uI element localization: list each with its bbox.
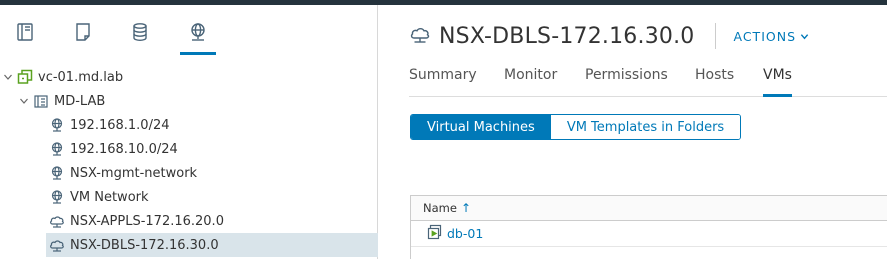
vcenter-icon bbox=[16, 68, 34, 86]
network-icon bbox=[48, 164, 66, 182]
network-icon bbox=[48, 140, 66, 158]
vm-datagrid: Name ↑ db-01 bbox=[410, 195, 887, 259]
tree-item-label: MD-LAB bbox=[54, 93, 106, 109]
tree-item-network[interactable]: NSX-mgmt-network bbox=[0, 161, 378, 185]
view-toggle: Virtual Machines VM Templates in Folders bbox=[410, 114, 742, 140]
tab-summary[interactable]: Summary bbox=[409, 67, 477, 97]
sort-ascending-icon[interactable]: ↑ bbox=[461, 201, 471, 215]
tab-hosts-and-clusters[interactable] bbox=[7, 21, 43, 55]
tab-vms-and-templates[interactable] bbox=[65, 21, 101, 55]
tree-item-label: VM Network bbox=[70, 189, 149, 205]
object-tabs: Summary Monitor Permissions Hosts VMs bbox=[409, 65, 887, 97]
vm-name-link[interactable]: db-01 bbox=[447, 226, 483, 241]
column-header-name[interactable]: Name ↑ bbox=[411, 196, 887, 221]
actions-label: ACTIONS bbox=[733, 28, 797, 44]
vm-templates-in-folders-button[interactable]: VM Templates in Folders bbox=[550, 115, 741, 139]
tree-item-label: NSX-mgmt-network bbox=[70, 165, 198, 181]
network-globe-icon bbox=[191, 23, 205, 41]
object-header: NSX-DBLS-172.16.30.0 ACTIONS bbox=[409, 21, 809, 51]
inventory-navigator: vc-01.md.lab MD-LAB 192.168.1.0/24 192.1… bbox=[0, 5, 378, 259]
opaque-network-icon bbox=[48, 236, 66, 254]
chevron-down-icon[interactable] bbox=[0, 69, 16, 85]
tree-item-label: 192.168.10.0/24 bbox=[70, 141, 178, 157]
datacenter-icon bbox=[32, 92, 50, 110]
tree-item-opaque-network[interactable]: NSX-APPLS-172.16.20.0 bbox=[0, 209, 378, 233]
tree-item-network[interactable]: VM Network bbox=[0, 185, 378, 209]
tree-item-datacenter[interactable]: MD-LAB bbox=[0, 89, 378, 113]
tree-item-label: vc-01.md.lab bbox=[38, 69, 124, 85]
tree-item-label: NSX-APPLS-172.16.20.0 bbox=[70, 213, 224, 229]
opaque-network-icon bbox=[409, 23, 431, 49]
network-icon bbox=[48, 116, 66, 134]
hosts-clusters-icon bbox=[17, 23, 33, 41]
navigator-tabs bbox=[0, 5, 378, 60]
divider bbox=[714, 23, 716, 49]
tab-networking[interactable] bbox=[180, 21, 216, 55]
virtual-machines-button[interactable]: Virtual Machines bbox=[411, 115, 551, 139]
tree-item-network[interactable]: 192.168.10.0/24 bbox=[0, 137, 378, 161]
vm-powered-on-icon bbox=[427, 224, 443, 244]
tab-permissions[interactable]: Permissions bbox=[585, 67, 668, 97]
chevron-down-icon[interactable] bbox=[16, 93, 32, 109]
table-row[interactable]: db-01 bbox=[411, 221, 887, 247]
tree-item-vcenter[interactable]: vc-01.md.lab bbox=[0, 65, 378, 89]
tree-item-label: NSX-DBLS-172.16.30.0 bbox=[70, 237, 219, 253]
tree-item-network[interactable]: 192.168.1.0/24 bbox=[0, 113, 378, 137]
object-detail-panel: NSX-DBLS-172.16.30.0 ACTIONS Summary Mon… bbox=[379, 5, 887, 259]
chevron-down-icon bbox=[800, 33, 809, 39]
tree-item-label: 192.168.1.0/24 bbox=[70, 117, 170, 133]
column-header-label: Name bbox=[423, 201, 457, 215]
actions-menu-button[interactable]: ACTIONS bbox=[734, 29, 810, 44]
tree-item-opaque-network-selected[interactable]: NSX-DBLS-172.16.30.0 bbox=[46, 233, 378, 257]
tab-hosts[interactable]: Hosts bbox=[695, 67, 734, 97]
page-title: NSX-DBLS-172.16.30.0 bbox=[439, 23, 695, 49]
vms-templates-icon bbox=[76, 23, 90, 41]
tab-storage[interactable] bbox=[122, 21, 158, 55]
tab-vms[interactable]: VMs bbox=[763, 67, 792, 97]
network-icon bbox=[48, 188, 66, 206]
tab-monitor[interactable]: Monitor bbox=[504, 67, 557, 97]
opaque-network-icon bbox=[48, 212, 66, 230]
database-icon bbox=[133, 23, 147, 42]
